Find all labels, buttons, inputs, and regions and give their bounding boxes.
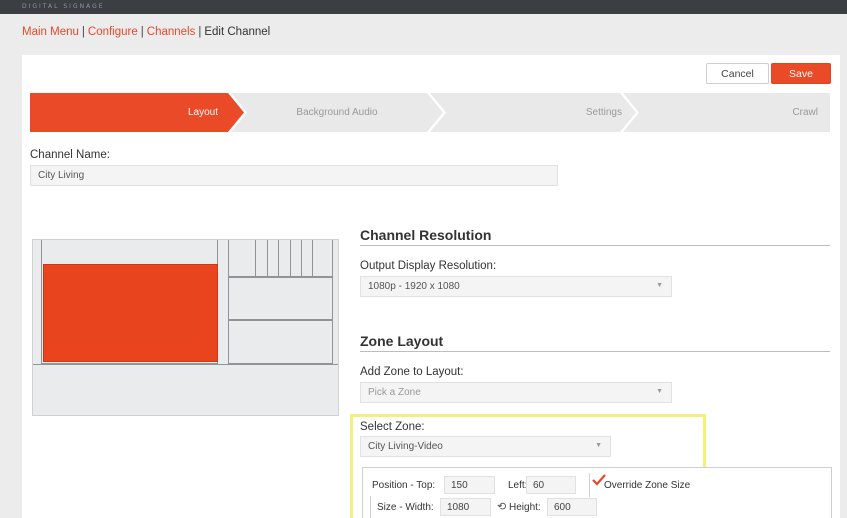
output-resolution-value: 1080p - 1920 x 1080 [368, 281, 460, 292]
chevron-down-icon: ▼ [595, 442, 602, 449]
section-divider [360, 245, 830, 246]
size-height-input[interactable]: 600 [547, 498, 597, 516]
preview-zone[interactable] [301, 240, 313, 277]
add-zone-select[interactable]: Pick a Zone ▼ [360, 382, 672, 403]
chevron-down-icon: ▼ [656, 388, 663, 395]
cancel-button[interactable]: Cancel [706, 63, 769, 84]
top-bar: DIGITAL SIGNAGE [0, 0, 847, 14]
position-top-input[interactable]: 150 [444, 476, 495, 494]
select-zone-value: City Living-Video [368, 441, 443, 452]
zone-properties-box: Position - Top: 150 Left: 60 Override Zo… [362, 467, 832, 518]
preview-zone[interactable] [228, 320, 333, 364]
section-divider [360, 351, 830, 352]
divider [589, 473, 590, 497]
position-top-label: Position - Top: [372, 480, 436, 491]
wizard-step-background-audio[interactable]: Background Audio [231, 93, 443, 132]
override-zone-size-label[interactable]: Override Zone Size [604, 480, 690, 491]
breadcrumb-main-menu[interactable]: Main Menu [22, 26, 79, 38]
size-height-label: Height: [509, 502, 541, 513]
wizard-step-crawl[interactable]: Crawl [623, 93, 830, 132]
output-resolution-select[interactable]: 1080p - 1920 x 1080 ▼ [360, 276, 672, 297]
preview-zone[interactable] [255, 240, 268, 277]
select-zone-label: Select Zone: [360, 421, 425, 433]
add-zone-label: Add Zone to Layout: [360, 366, 464, 378]
breadcrumb-separator: | [198, 26, 202, 38]
size-width-input[interactable]: 1080 [440, 498, 491, 516]
preview-zone[interactable] [228, 277, 333, 320]
layout-preview [32, 239, 339, 416]
preview-zone[interactable] [278, 240, 291, 277]
chevron-down-icon: ▼ [656, 282, 663, 289]
zone-layout-heading: Zone Layout [360, 333, 444, 349]
channel-name-label: Channel Name: [30, 149, 110, 161]
divider [370, 496, 371, 518]
size-width-label: Size - Width: [377, 502, 434, 513]
wizard-steps: Layout Background Audio Settings Crawl [30, 93, 830, 132]
output-resolution-label: Output Display Resolution: [360, 260, 497, 272]
preview-zone-video[interactable] [43, 264, 218, 362]
edit-channel-panel: Cancel Save Layout Background Audio Sett… [22, 55, 840, 518]
breadcrumb-channels[interactable]: Channels [147, 26, 196, 38]
wizard-step-settings[interactable]: Settings [430, 93, 636, 132]
breadcrumb-current: Edit Channel [204, 26, 271, 38]
wizard-step-label: Layout [187, 107, 218, 118]
breadcrumb: Main Menu | Configure | Channels | Edit Channe… [22, 26, 270, 38]
breadcrumb-separator: | [140, 26, 144, 38]
preview-zone-footer[interactable] [33, 364, 338, 416]
breadcrumb-configure[interactable]: Configure [88, 26, 138, 38]
wizard-step-layout[interactable]: Layout [30, 93, 244, 132]
wizard-step-label: Background Audio [296, 107, 378, 118]
brand-text: DIGITAL SIGNAGE [22, 3, 105, 10]
link-aspect-icon[interactable]: ⟲ [497, 500, 506, 513]
add-zone-placeholder: Pick a Zone [368, 387, 421, 398]
position-left-input[interactable]: 60 [526, 476, 576, 494]
wizard-step-label: Crawl [792, 107, 818, 118]
channel-resolution-heading: Channel Resolution [360, 227, 492, 243]
save-button[interactable]: Save [771, 63, 831, 84]
wizard-step-label: Settings [585, 107, 622, 118]
select-zone-select[interactable]: City Living-Video ▼ [360, 436, 611, 457]
channel-name-input[interactable]: City Living [30, 165, 558, 186]
position-left-label: Left: [508, 480, 528, 491]
breadcrumb-separator: | [81, 26, 85, 38]
